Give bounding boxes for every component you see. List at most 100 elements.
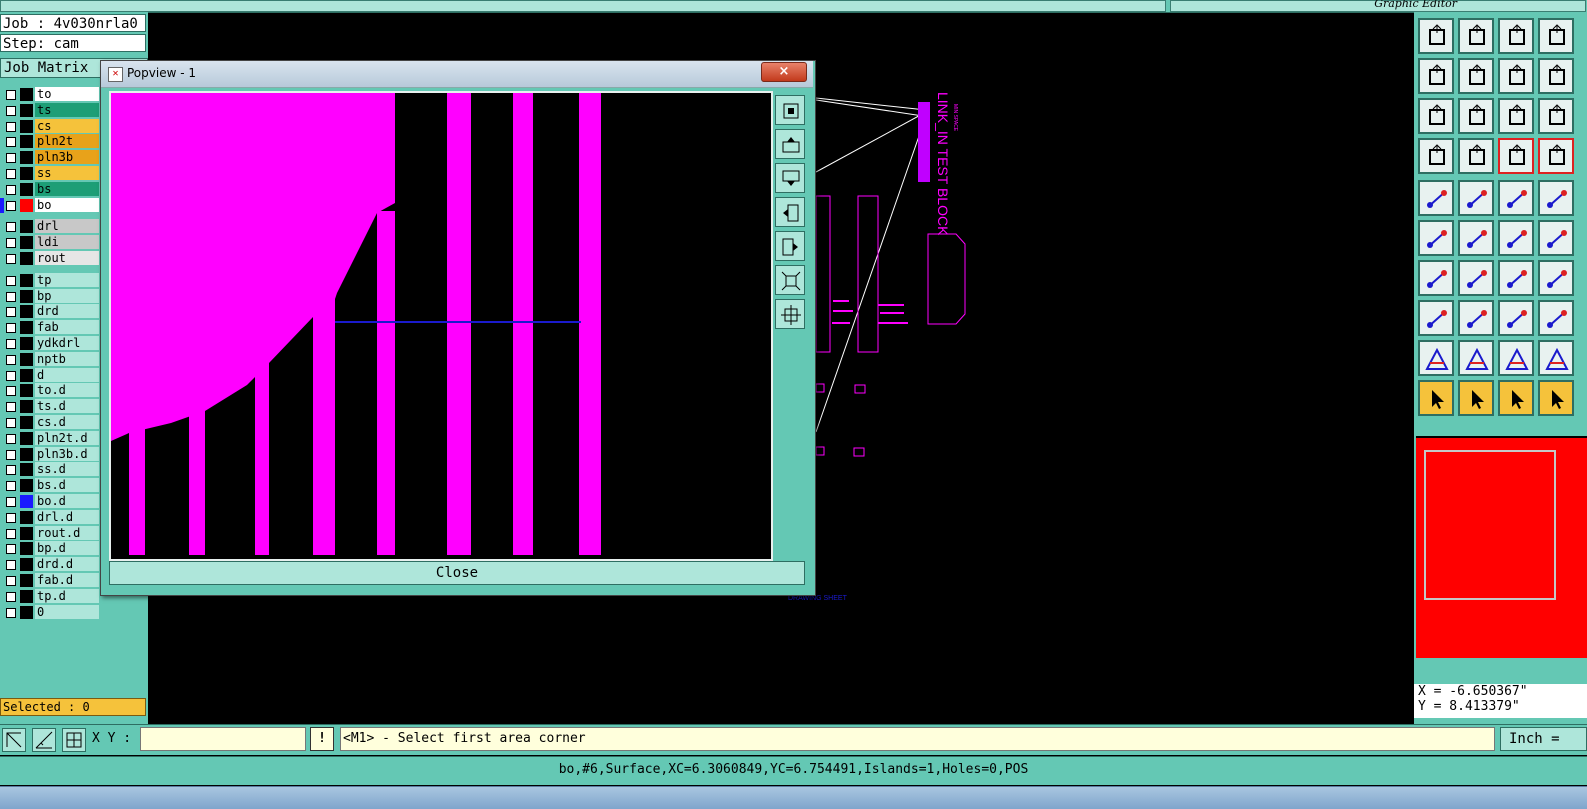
layer-checkbox[interactable] [6, 528, 16, 539]
connect-icon[interactable] [1418, 220, 1454, 256]
layer-checkbox[interactable] [6, 370, 16, 381]
layer-checkbox[interactable] [6, 512, 16, 523]
pan-right-icon[interactable] [775, 231, 805, 261]
layer-name[interactable]: cs.d [35, 414, 99, 429]
close-window-icon[interactable]: × [761, 62, 807, 82]
layer-name[interactable]: d [35, 367, 99, 382]
layer-name[interactable]: bp.d [35, 541, 99, 556]
layer-swatch[interactable] [20, 542, 33, 556]
add-line-icon[interactable] [1498, 220, 1534, 256]
layer-swatch[interactable] [20, 151, 33, 165]
layer-checkbox[interactable] [6, 449, 16, 460]
layer-swatch[interactable] [20, 352, 33, 366]
layer-checkbox[interactable] [6, 222, 16, 233]
layer-name[interactable]: drl.d [35, 509, 99, 524]
layer-preview[interactable] [1416, 436, 1587, 658]
layer-swatch[interactable] [20, 182, 33, 196]
layer-name[interactable]: ss [35, 165, 99, 180]
layer-checkbox[interactable] [6, 238, 16, 249]
zoom-in-icon[interactable] [1458, 18, 1494, 54]
layer-checkbox[interactable] [6, 184, 16, 195]
layer-swatch[interactable] [20, 166, 33, 180]
segment-icon[interactable] [1458, 300, 1494, 336]
zoom-up-icon[interactable] [775, 129, 805, 159]
add-line-alt-icon[interactable] [1538, 220, 1574, 256]
popview-canvas[interactable] [109, 91, 773, 561]
xy-icon[interactable] [1538, 18, 1574, 54]
cursor-dot-icon[interactable] [1458, 138, 1494, 174]
measure-icon[interactable] [1498, 180, 1534, 216]
layer-name[interactable]: fab [35, 320, 99, 335]
triangle-icon[interactable] [1418, 340, 1454, 376]
layer-swatch[interactable] [20, 384, 33, 398]
select-icon[interactable] [1418, 380, 1454, 416]
triangle-alt-icon[interactable] [1458, 340, 1494, 376]
undo-view-icon[interactable] [1498, 58, 1534, 94]
layer-swatch[interactable] [20, 526, 33, 540]
layer-checkbox[interactable] [6, 433, 16, 444]
layer-swatch[interactable] [20, 321, 33, 335]
layer-checkbox[interactable] [6, 105, 16, 116]
layer-name[interactable]: cs [35, 118, 99, 133]
layer-name[interactable]: 0 [35, 604, 99, 619]
zoom-down-icon[interactable] [775, 163, 805, 193]
layer-swatch[interactable] [20, 289, 33, 303]
layer-name[interactable]: bo [35, 197, 99, 212]
layer-name[interactable]: ts.d [35, 399, 99, 414]
layer-checkbox[interactable] [6, 575, 16, 586]
measure-mode-button[interactable] [32, 728, 56, 752]
layer-checkbox[interactable] [6, 137, 16, 148]
shapes-icon[interactable] [1538, 300, 1574, 336]
layer-checkbox[interactable] [6, 168, 16, 179]
layer-checkbox[interactable] [6, 323, 16, 334]
layer-name[interactable]: drd [35, 304, 99, 319]
layer-name[interactable]: drl [35, 219, 99, 234]
layer-swatch[interactable] [20, 447, 33, 461]
add-pad-icon[interactable] [1418, 180, 1454, 216]
arc-icon[interactable] [1498, 260, 1534, 296]
cross-icon[interactable] [1458, 220, 1494, 256]
units-selector[interactable]: Inch = [1500, 727, 1587, 751]
layer-name[interactable]: rout [35, 250, 99, 265]
fit-page-icon[interactable] [1418, 98, 1454, 134]
layer-name[interactable]: ts [35, 102, 99, 117]
layer-checkbox[interactable] [6, 496, 16, 507]
popview-titlebar[interactable]: ✕ Popview - 1 × [101, 61, 813, 88]
layer-swatch[interactable] [20, 463, 33, 477]
arch-icon[interactable] [1498, 340, 1534, 376]
select-net-icon[interactable] [1538, 380, 1574, 416]
layer-row-0[interactable]: 0 [0, 604, 122, 621]
layer-name[interactable]: ydkdrl [35, 335, 99, 350]
layer-swatch[interactable] [20, 220, 33, 234]
layer-swatch[interactable] [20, 415, 33, 429]
layer-swatch[interactable] [20, 479, 33, 493]
netlist-icon[interactable] [1498, 138, 1534, 174]
layer-checkbox[interactable] [6, 591, 16, 602]
layer-swatch[interactable] [20, 103, 33, 117]
pan-left-icon[interactable] [775, 197, 805, 227]
layer-swatch[interactable] [20, 510, 33, 524]
close-button[interactable]: Close [109, 561, 805, 585]
layer-swatch[interactable] [20, 605, 33, 619]
layer-swatch[interactable] [20, 494, 33, 508]
layer-checkbox[interactable] [6, 354, 16, 365]
layer-name[interactable]: ss.d [35, 462, 99, 477]
layer-name[interactable]: pln2t [35, 134, 99, 149]
scale-1-2-icon[interactable] [1498, 98, 1534, 134]
layer-name[interactable]: fab.d [35, 572, 99, 587]
select-box-icon[interactable] [1458, 380, 1494, 416]
probe-icon[interactable] [1418, 138, 1454, 174]
zoom-home-icon[interactable] [1418, 18, 1454, 54]
help-icon[interactable] [1538, 98, 1574, 134]
grid-mode-button[interactable] [62, 728, 86, 752]
layer-name[interactable]: bs.d [35, 478, 99, 493]
layer-checkbox[interactable] [6, 338, 16, 349]
layer-checkbox[interactable] [6, 121, 16, 132]
fit-icon[interactable] [1538, 58, 1574, 94]
layer-checkbox[interactable] [6, 275, 16, 286]
layer-swatch[interactable] [20, 88, 33, 101]
message-button[interactable]: ! [310, 727, 334, 751]
layer-name[interactable]: nptb [35, 351, 99, 366]
snap-mode-button[interactable] [2, 728, 26, 752]
layer-swatch[interactable] [20, 573, 33, 587]
